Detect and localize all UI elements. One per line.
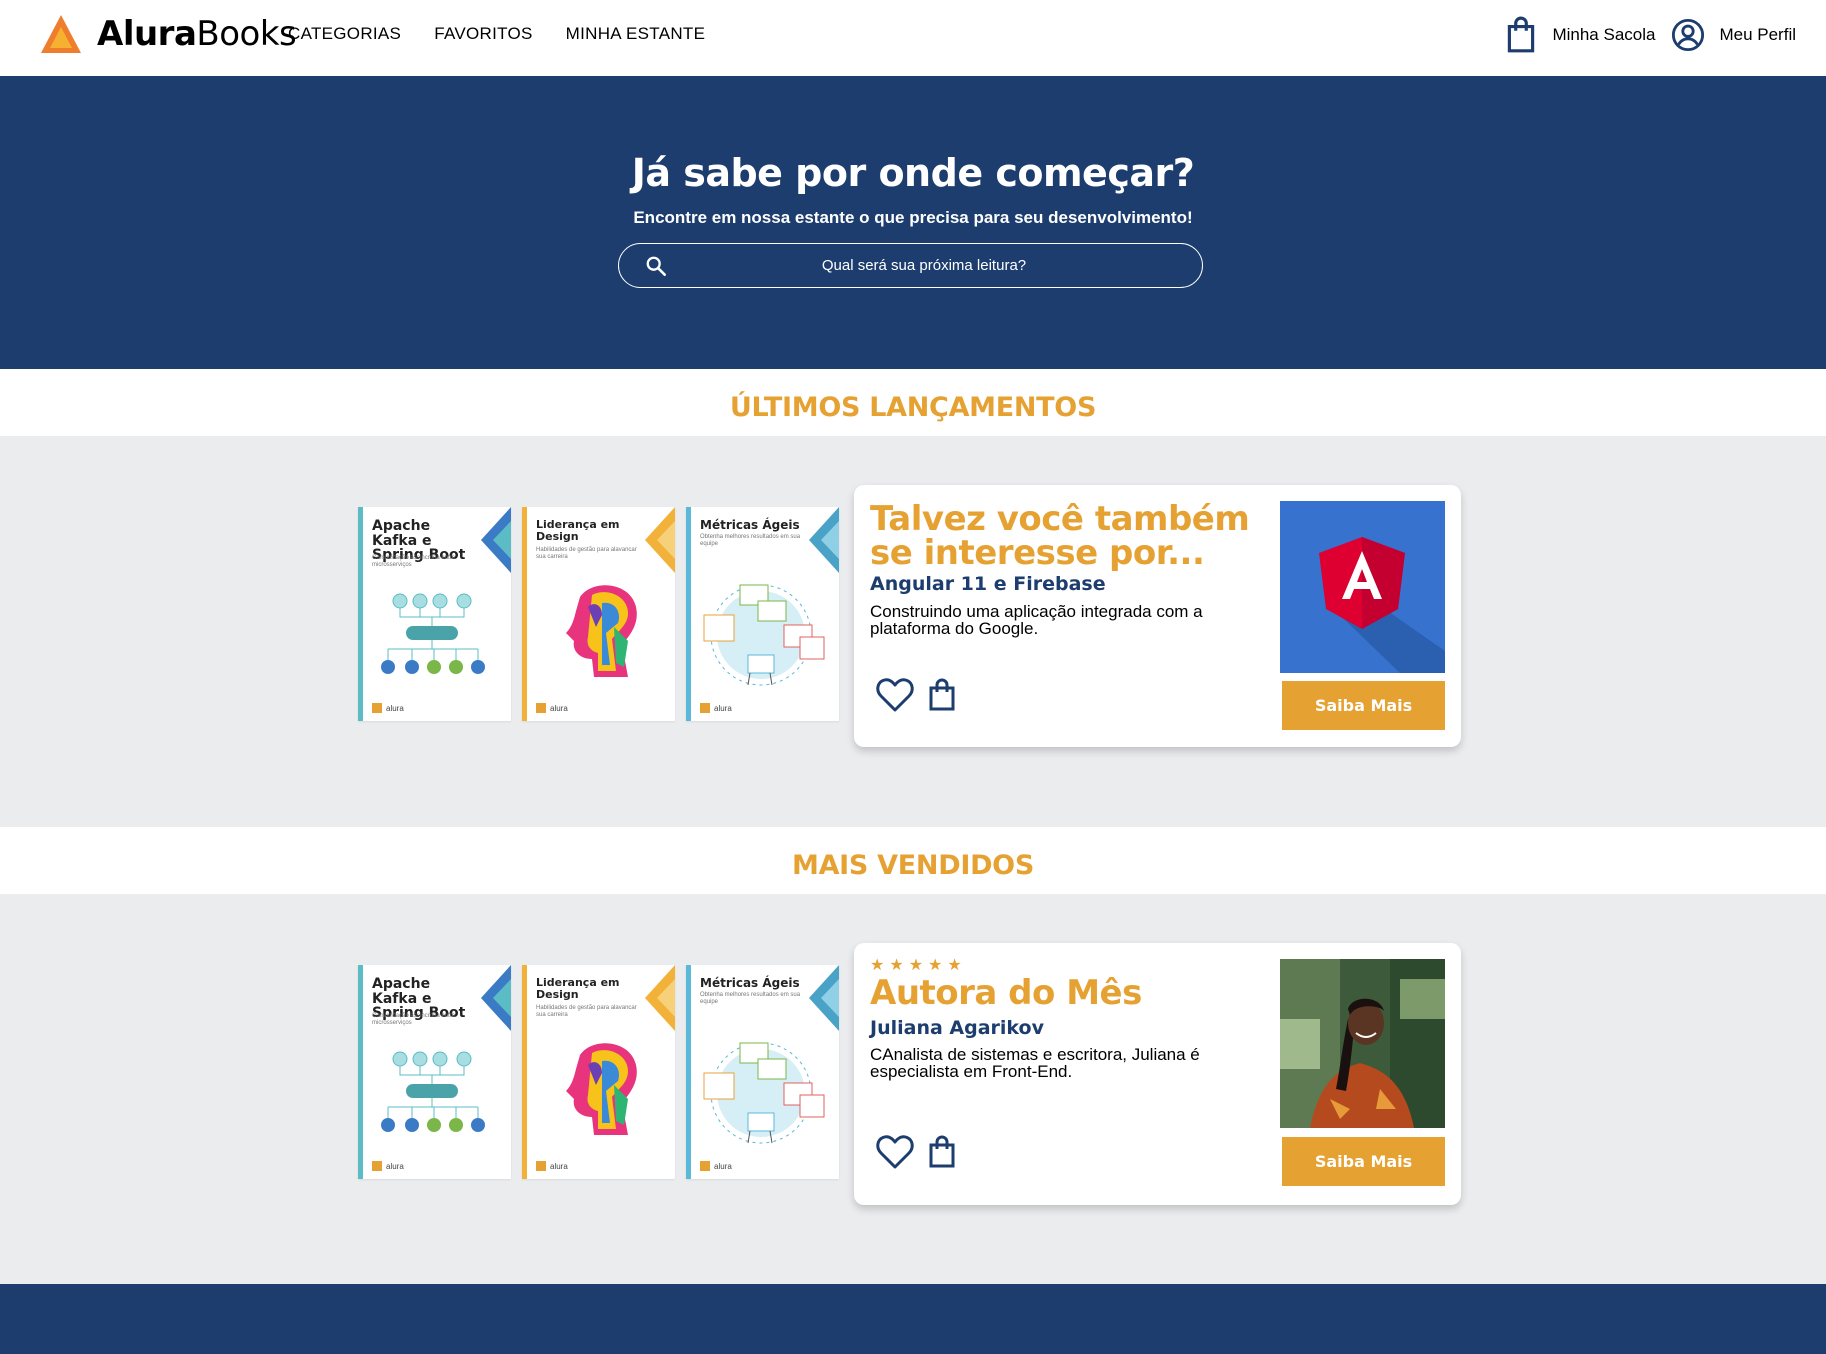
book-cover-lideranca-em-design[interactable]: Liderança em Design Habilidades de gestã… xyxy=(522,507,675,721)
book-subtitle: Obtenha melhores resultados em sua equip… xyxy=(700,534,801,548)
author-name: Juliana Agarikov xyxy=(870,1017,1044,1039)
book-title: Métricas Ágeis xyxy=(700,976,800,990)
book-cover-metricas-ageis[interactable]: Métricas Ágeis Obtenha melhores resultad… xyxy=(686,507,839,721)
section-mais-vendidos-header: MAIS VENDIDOS xyxy=(0,827,1826,894)
book-carousel: Apache Kafka e Spring Boot Comunicação a… xyxy=(358,507,839,721)
logo-text: AluraBooks xyxy=(97,14,297,54)
book-publisher: alura xyxy=(372,703,404,713)
recommendation-card: Talvez você também se interesse por... A… xyxy=(854,485,1461,747)
chevron-decoration-icon xyxy=(645,507,675,573)
book-spine-stripe xyxy=(358,507,363,721)
chevron-decoration-icon xyxy=(481,965,511,1031)
colorful-head-illustration xyxy=(566,1043,637,1135)
card-book-name: Angular 11 e Firebase xyxy=(870,573,1106,595)
book-cover-apache-kafka[interactable]: Apache Kafka e Spring Boot Comunicação a… xyxy=(358,507,511,721)
chevron-decoration-icon xyxy=(481,507,511,573)
book-spine-stripe xyxy=(686,507,691,721)
book-subtitle: Habilidades de gestão para alavancar sua… xyxy=(536,1005,637,1019)
minha-sacola-link[interactable]: Minha Sacola xyxy=(1504,16,1655,54)
hero-title: Já sabe por onde começar? xyxy=(631,151,1195,195)
angular-logo-image xyxy=(1280,501,1445,673)
card-heading: Autora do Mês xyxy=(870,973,1142,1013)
book-publisher: alura xyxy=(536,1161,568,1171)
mais-vendidos-shelf: Apache Kafka e Spring Boot Comunicação a… xyxy=(0,894,1826,1285)
heart-favorite-icon[interactable] xyxy=(876,1134,914,1170)
search-box xyxy=(618,243,1203,288)
author-description: CAnalista de sistemas e escritora, Julia… xyxy=(870,1045,1200,1081)
card-heading: Talvez você também se interesse por... xyxy=(870,499,1250,573)
book-title: Liderança em Design xyxy=(536,518,620,543)
saiba-mais-button[interactable]: Saiba Mais xyxy=(1282,1137,1445,1186)
meu-perfil-label: Meu Perfil xyxy=(1719,25,1796,44)
rating-stars: ★★★★★ xyxy=(870,957,967,974)
shopping-bag-icon[interactable] xyxy=(928,1135,956,1169)
section-title: MAIS VENDIDOS xyxy=(792,850,1034,881)
book-spine-stripe xyxy=(522,507,527,721)
ultimos-lancamentos-shelf: Apache Kafka e Spring Boot Comunicação a… xyxy=(0,436,1826,827)
book-subtitle: Habilidades de gestão para alavancar sua… xyxy=(536,547,637,561)
logo-triangle-icon xyxy=(41,15,81,53)
search-hero: Já sabe por onde começar? Encontre em no… xyxy=(0,76,1826,369)
author-photo xyxy=(1280,959,1445,1128)
search-input[interactable] xyxy=(679,244,1169,286)
book-subtitle: Obtenha melhores resultados em sua equip… xyxy=(700,992,801,1006)
main-nav: CATEGORIAS FAVORITOS MINHA ESTANTE xyxy=(288,24,705,44)
chevron-decoration-icon xyxy=(645,965,675,1031)
book-spine-stripe xyxy=(686,965,691,1179)
top-header: AluraBooks CATEGORIAS FAVORITOS MINHA ES… xyxy=(0,0,1826,76)
shopping-bag-icon xyxy=(1508,16,1535,53)
chevron-decoration-icon xyxy=(809,507,839,573)
book-spine-stripe xyxy=(358,965,363,1179)
book-cover-apache-kafka[interactable]: Apache Kafka e Spring Boot Comunicação a… xyxy=(358,965,511,1179)
card-actions xyxy=(876,1134,956,1170)
card-description: Construindo uma aplicação integrada com … xyxy=(870,602,1203,638)
author-portrait-image xyxy=(1280,959,1445,1128)
kafka-diagram-illustration xyxy=(381,593,485,674)
book-title: Liderança em Design xyxy=(536,976,620,1001)
book-publisher: alura xyxy=(700,1161,732,1171)
search-icon[interactable] xyxy=(645,255,667,277)
metrics-cycle-illustration xyxy=(703,1042,825,1144)
nav-favoritos[interactable]: FAVORITOS xyxy=(434,24,532,44)
book-spine-stripe xyxy=(522,965,527,1179)
heart-favorite-icon[interactable] xyxy=(876,677,914,713)
book-cover-metricas-ageis[interactable]: Métricas Ágeis Obtenha melhores resultad… xyxy=(686,965,839,1179)
shopping-bag-icon[interactable] xyxy=(928,678,956,712)
section-ultimos-lancamentos-header: ÚLTIMOS LANÇAMENTOS xyxy=(0,369,1826,436)
meu-perfil-link[interactable]: Meu Perfil xyxy=(1671,16,1796,54)
book-cover-lideranca-em-design[interactable]: Liderança em Design Habilidades de gestã… xyxy=(522,965,675,1179)
author-of-month-card: ★★★★★ Autora do Mês Juliana Agarikov CAn… xyxy=(854,943,1461,1205)
user-actions: Minha Sacola Meu Perfil xyxy=(1486,16,1796,54)
alurabooks-logo[interactable]: AluraBooks xyxy=(40,13,297,55)
book-title: Métricas Ágeis xyxy=(700,518,800,532)
book-publisher: alura xyxy=(700,703,732,713)
hero-subtitle: Encontre em nossa estante o que precisa … xyxy=(633,208,1193,227)
book-publisher: alura xyxy=(536,703,568,713)
user-profile-icon xyxy=(1672,18,1705,52)
book-publisher: alura xyxy=(372,1161,404,1171)
nav-minha-estante[interactable]: MINHA ESTANTE xyxy=(566,24,706,44)
footer xyxy=(0,1284,1826,1354)
card-actions xyxy=(876,677,956,713)
minha-sacola-label: Minha Sacola xyxy=(1552,25,1656,44)
nav-categorias[interactable]: CATEGORIAS xyxy=(288,24,401,44)
kafka-diagram-illustration xyxy=(381,1051,485,1132)
book-carousel: Apache Kafka e Spring Boot Comunicação a… xyxy=(358,965,839,1179)
saiba-mais-button[interactable]: Saiba Mais xyxy=(1282,681,1445,730)
section-title: ÚLTIMOS LANÇAMENTOS xyxy=(729,392,1097,423)
chevron-decoration-icon xyxy=(809,965,839,1031)
metrics-cycle-illustration xyxy=(703,584,825,686)
angular-logo-icon xyxy=(1319,537,1445,673)
colorful-head-illustration xyxy=(566,585,637,677)
